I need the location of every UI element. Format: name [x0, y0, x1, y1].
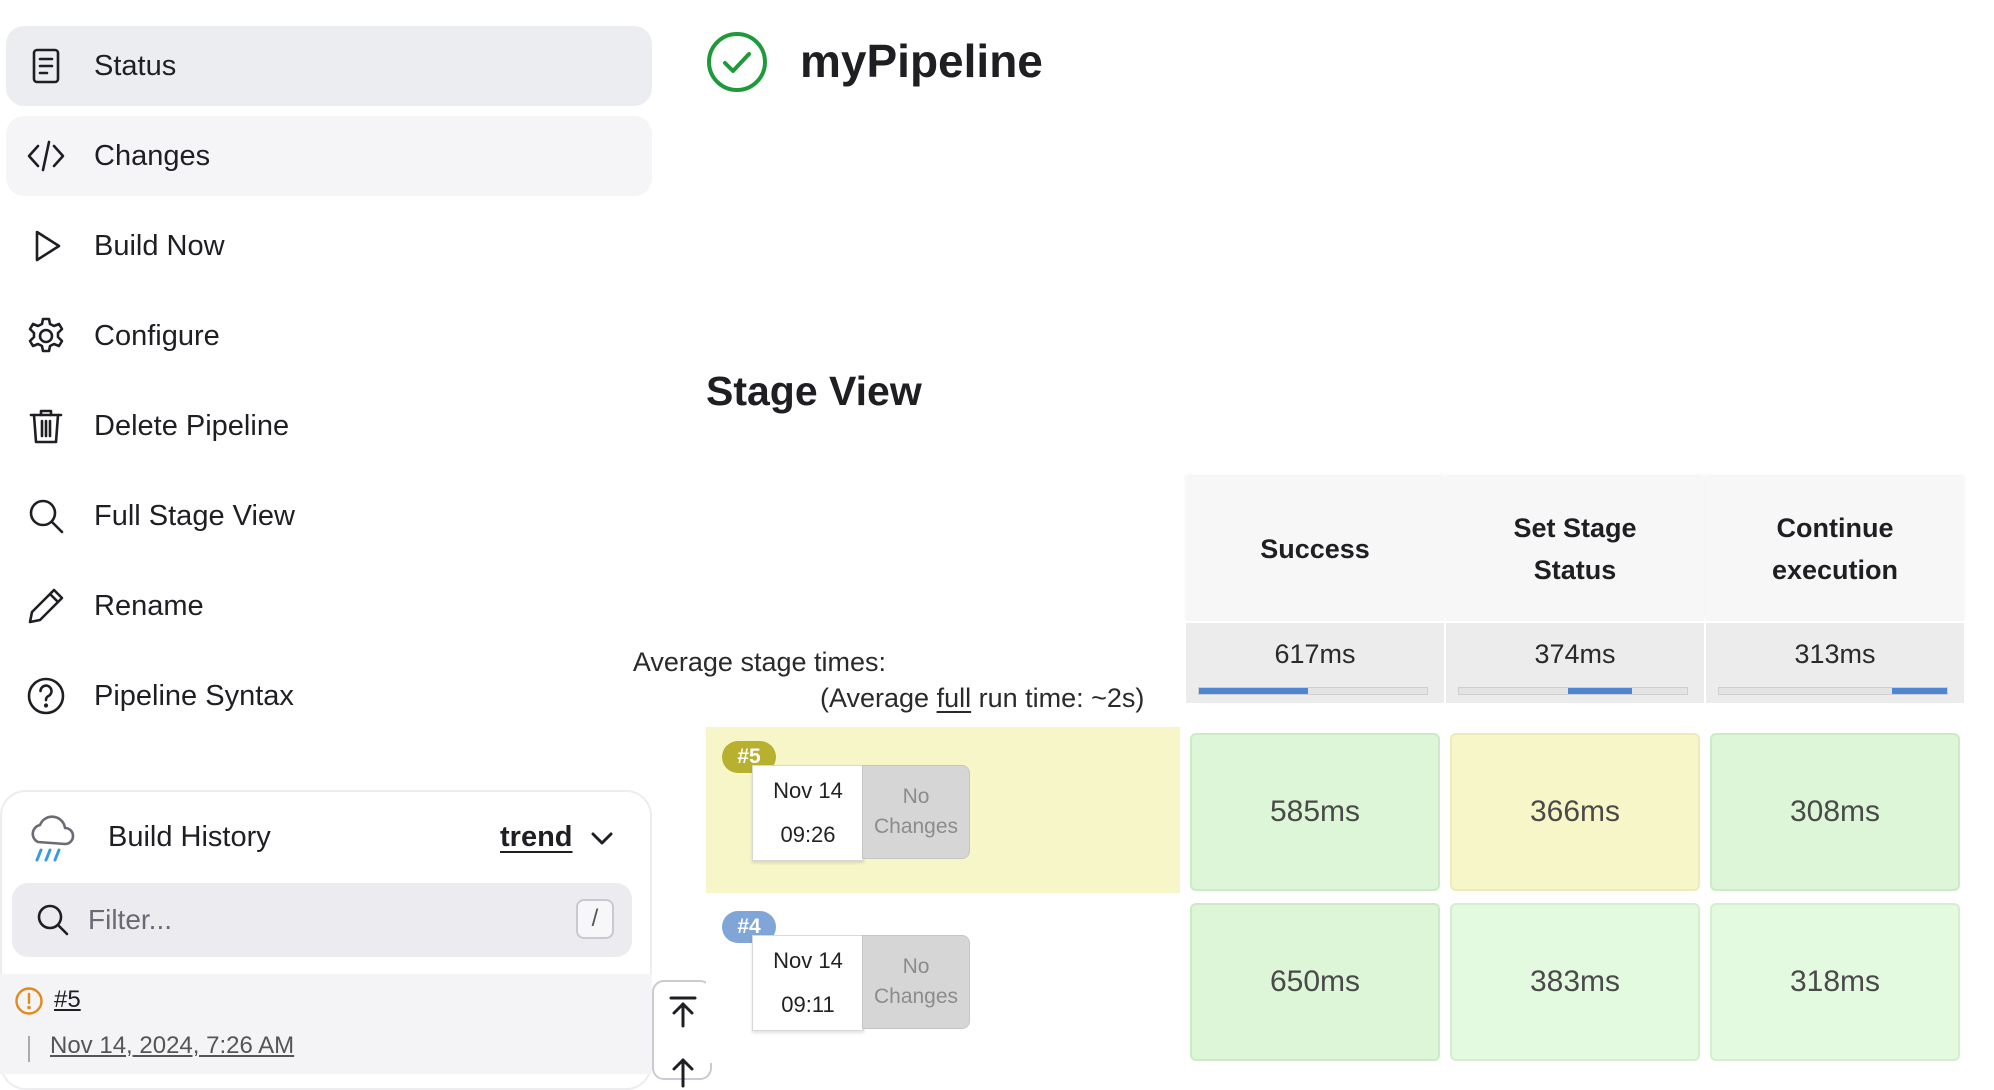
changes-box[interactable]: No Changes: [862, 935, 970, 1029]
run-date-card: Nov 14 09:11: [752, 935, 864, 1031]
sidebar-item-label: Full Stage View: [94, 499, 295, 532]
play-icon: [26, 226, 66, 266]
sidebar-item-pipeline-syntax[interactable]: Pipeline Syntax: [6, 656, 652, 736]
run-row: #4 Nov 14 09:11 No Changes 650ms 383ms 3…: [706, 897, 1966, 1063]
stage-cell[interactable]: 650ms: [1190, 903, 1440, 1061]
sidebar-item-changes[interactable]: Changes: [6, 116, 652, 196]
weather-rain-icon: [26, 810, 78, 868]
page-title: myPipeline: [800, 35, 1043, 87]
keyboard-shortcut-badge: /: [576, 899, 614, 939]
document-icon: [26, 46, 66, 86]
sidebar-item-label: Pipeline Syntax: [94, 679, 294, 712]
filter-input[interactable]: [86, 897, 560, 943]
chevron-down-icon[interactable]: [584, 820, 620, 856]
sidebar-item-label: Status: [94, 49, 177, 82]
stage-header-continue-execution: Continue execution: [1706, 477, 1964, 621]
average-time-bar: [1458, 687, 1688, 695]
sidebar-item-configure[interactable]: Configure: [6, 296, 652, 376]
average-stage-time: 374ms: [1446, 623, 1704, 703]
sidebar-item-label: Changes: [94, 139, 211, 172]
scroll-controls: [652, 980, 712, 1088]
sidebar: Status Changes Build Now Configure Delet…: [0, 0, 712, 1090]
average-time-bar: [1198, 687, 1428, 695]
sidebar-item-label: Rename: [94, 589, 204, 622]
stage-cell[interactable]: 318ms: [1710, 903, 1960, 1061]
stage-header-success: Success: [1186, 477, 1444, 621]
average-run-time-label: (Average full run time: ~2s): [820, 683, 1145, 713]
search-icon: [34, 901, 72, 939]
stage-cell[interactable]: 383ms: [1450, 903, 1700, 1061]
success-check-icon: [706, 31, 768, 93]
stage-cell[interactable]: 585ms: [1190, 733, 1440, 891]
sidebar-item-status[interactable]: Status: [6, 26, 652, 106]
average-stage-times-label: Average stage times:: [632, 647, 886, 677]
gear-icon: [26, 316, 66, 356]
stage-header-set-stage-status: Set Stage Status: [1446, 477, 1704, 621]
stage-view-title: Stage View: [706, 368, 922, 414]
build-number-link[interactable]: #5: [54, 986, 81, 1014]
sidebar-item-full-stage-view[interactable]: Full Stage View: [6, 476, 652, 556]
run-row: #5 Nov 14 09:26 No Changes 585ms 366ms 3…: [706, 727, 1966, 893]
stage-cell[interactable]: 366ms: [1450, 733, 1700, 891]
sidebar-item-label: Configure: [94, 319, 220, 352]
filter-box: /: [12, 883, 632, 957]
code-icon: [26, 136, 66, 176]
pencil-icon: [26, 586, 66, 626]
sidebar-item-build-now[interactable]: Build Now: [6, 206, 652, 286]
sidebar-item-rename[interactable]: Rename: [6, 566, 652, 646]
run-info[interactable]: #5 Nov 14 09:26 No Changes: [706, 727, 1180, 893]
build-history-entry[interactable]: #5 Nov 14, 2024, 7:26 AM: [0, 974, 652, 1074]
stage-cell[interactable]: 308ms: [1710, 733, 1960, 891]
changes-box[interactable]: No Changes: [862, 765, 970, 859]
question-icon: [26, 676, 66, 716]
stage-view-table: Average stage times: (Average full run t…: [633, 477, 1966, 1077]
sidebar-item-label: Build Now: [94, 229, 225, 262]
divider: [28, 1036, 30, 1062]
sidebar-item-delete-pipeline[interactable]: Delete Pipeline: [6, 386, 652, 466]
build-history-title: Build History: [108, 821, 271, 853]
trash-icon: [26, 406, 66, 446]
average-stage-time: 313ms: [1706, 623, 1964, 703]
full-run-time-link[interactable]: full: [937, 683, 972, 713]
warning-icon: [14, 986, 44, 1016]
average-time-bar: [1718, 687, 1948, 695]
search-icon: [26, 496, 66, 536]
average-stage-time: 617ms: [1186, 623, 1444, 703]
build-date-link[interactable]: Nov 14, 2024, 7:26 AM: [50, 1032, 294, 1060]
run-info[interactable]: #4 Nov 14 09:11 No Changes: [706, 897, 1180, 1063]
run-date-card: Nov 14 09:26: [752, 765, 864, 861]
trend-link[interactable]: trend: [500, 821, 573, 854]
sidebar-item-label: Delete Pipeline: [94, 409, 290, 442]
